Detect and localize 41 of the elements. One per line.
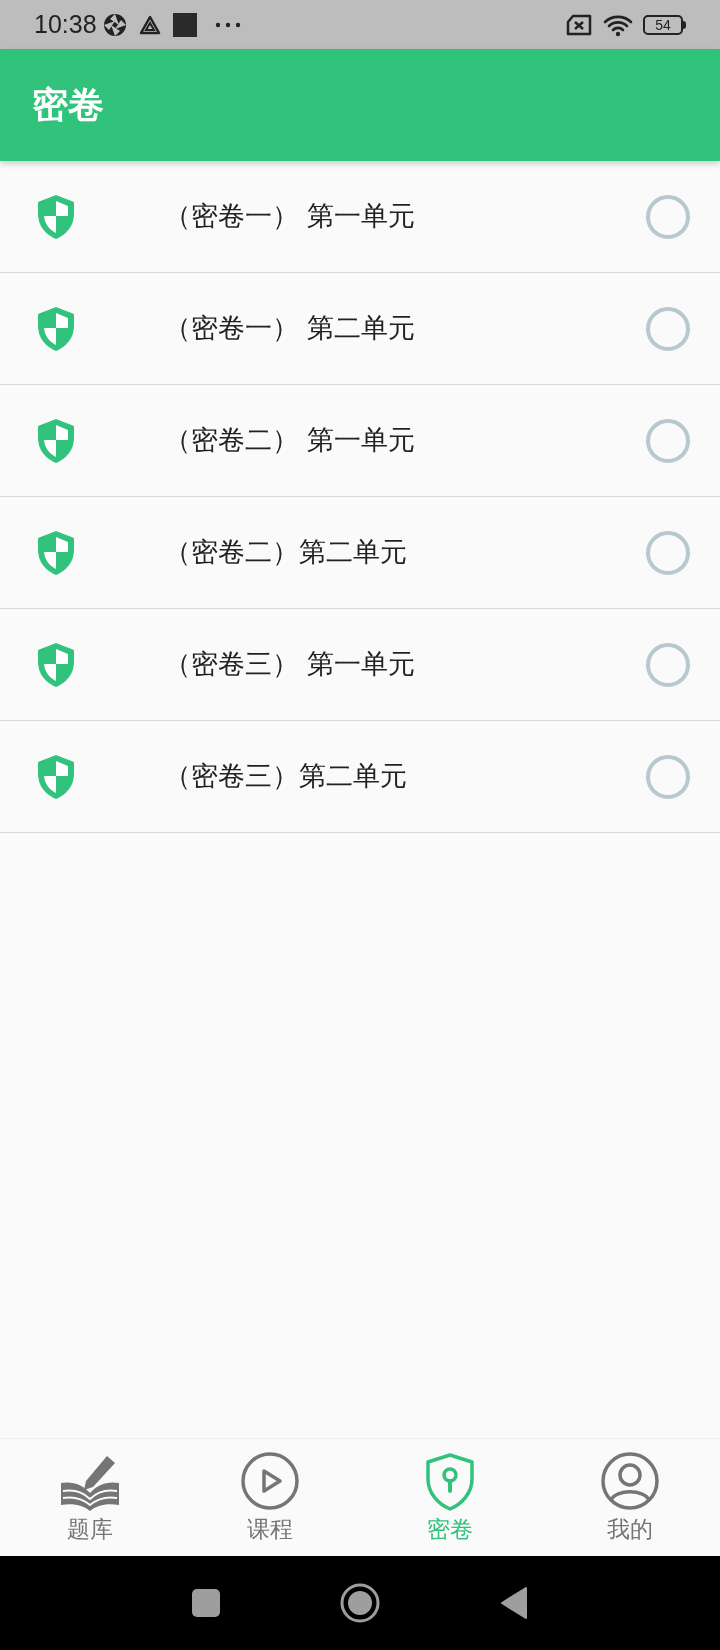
home-button[interactable] bbox=[340, 1583, 380, 1623]
paper-title: （密卷二）第二单元 bbox=[164, 536, 407, 570]
nav-tab[interactable]: 我的 bbox=[540, 1439, 720, 1556]
radio-button[interactable] bbox=[646, 306, 690, 351]
paper-title: （密卷二） 第一单元 bbox=[164, 424, 415, 458]
shield-icon bbox=[36, 305, 76, 352]
more-icon bbox=[214, 21, 241, 28]
paper-title: （密卷三）第二单元 bbox=[164, 760, 407, 794]
paper-row[interactable]: （密卷二）第二单元 bbox=[0, 497, 720, 609]
shield-icon bbox=[36, 193, 76, 240]
recent-apps-button[interactable] bbox=[192, 1589, 220, 1617]
nav-tab[interactable]: 题库 bbox=[0, 1439, 180, 1556]
paper-title: （密卷三） 第一单元 bbox=[164, 648, 415, 682]
square-icon bbox=[172, 12, 197, 37]
shield-icon bbox=[36, 753, 76, 800]
radio-button[interactable] bbox=[646, 194, 690, 239]
paper-row[interactable]: （密卷三） 第一单元 bbox=[0, 609, 720, 721]
shield-icon bbox=[36, 529, 76, 576]
shield-icon bbox=[36, 641, 76, 688]
paper-row[interactable]: （密卷一） 第一单元 bbox=[0, 161, 720, 273]
shield-icon bbox=[36, 417, 76, 464]
nav-tab[interactable]: 课程 bbox=[180, 1439, 360, 1556]
radio-button[interactable] bbox=[646, 754, 690, 799]
back-button[interactable] bbox=[500, 1586, 528, 1620]
radio-button[interactable] bbox=[646, 530, 690, 575]
shield-keyhole-icon bbox=[425, 1452, 475, 1511]
aperture-icon bbox=[102, 12, 127, 37]
paper-row[interactable]: （密卷二） 第一单元 bbox=[0, 385, 720, 497]
radio-button[interactable] bbox=[646, 642, 690, 687]
status-time: 10:38 bbox=[34, 8, 97, 40]
radio-button[interactable] bbox=[646, 418, 690, 463]
paper-title: （密卷一） 第二单元 bbox=[164, 312, 415, 346]
paper-row[interactable]: （密卷一） 第二单元 bbox=[0, 273, 720, 385]
play-icon bbox=[240, 1450, 300, 1511]
paper-row[interactable]: （密卷三）第二单元 bbox=[0, 721, 720, 833]
triangle-icon bbox=[138, 14, 161, 35]
battery-icon: 54 bbox=[643, 14, 686, 35]
no-sim-icon bbox=[565, 13, 593, 36]
paper-title: （密卷一） 第一单元 bbox=[164, 200, 415, 234]
app-title: 密卷 bbox=[32, 83, 104, 127]
profile-icon bbox=[600, 1450, 660, 1511]
